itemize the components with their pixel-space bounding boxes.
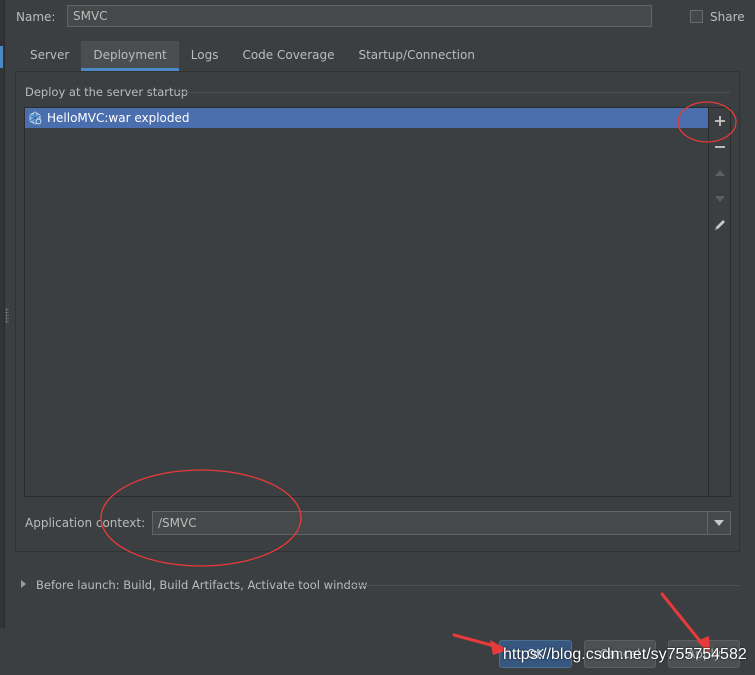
name-input[interactable]: [67, 5, 652, 27]
section-divider: [178, 92, 730, 93]
arrow-up-icon: [715, 170, 725, 176]
share-checkbox[interactable]: [690, 10, 703, 23]
tab-code-coverage[interactable]: Code Coverage: [230, 41, 346, 71]
plus-icon: [715, 116, 725, 126]
tab-logs[interactable]: Logs: [179, 41, 231, 71]
tab-bar: Server Deployment Logs Code Coverage Sta…: [18, 41, 487, 71]
add-button[interactable]: [709, 109, 731, 133]
name-label: Name:: [16, 10, 56, 24]
list-item-label: HelloMVC:war exploded: [47, 111, 190, 125]
gutter-selection-marker: [0, 46, 3, 68]
war-exploded-artifact-icon: [29, 111, 42, 125]
tab-server[interactable]: Server: [18, 41, 81, 71]
minus-icon: [715, 146, 725, 148]
section-title: Deploy at the server startup: [25, 85, 189, 99]
move-up-button[interactable]: [709, 161, 731, 185]
before-launch-divider: [346, 585, 740, 586]
tab-startup-connection[interactable]: Startup/Connection: [346, 41, 486, 71]
arrow-down-icon: [715, 196, 725, 202]
pencil-icon: [715, 220, 725, 230]
tab-deployment[interactable]: Deployment: [81, 41, 179, 71]
chevron-down-icon: [714, 520, 724, 526]
application-context-label: Application context:: [25, 516, 146, 530]
share-label[interactable]: Share: [710, 10, 745, 24]
resize-grip[interactable]: [5, 308, 9, 324]
expand-triangle-icon[interactable]: [21, 580, 26, 588]
application-context-dropdown-button[interactable]: [707, 512, 730, 534]
edit-button[interactable]: [709, 213, 731, 237]
deployment-list[interactable]: [24, 107, 709, 497]
application-context-combobox[interactable]: [152, 511, 731, 535]
watermark: https://blog.csdn.net/sy755754582: [503, 646, 747, 663]
move-down-button[interactable]: [709, 187, 731, 211]
remove-button[interactable]: [709, 135, 731, 159]
application-context-value[interactable]: /SMVC: [158, 516, 197, 530]
before-launch-label[interactable]: Before launch: Build, Build Artifacts, A…: [36, 578, 367, 592]
